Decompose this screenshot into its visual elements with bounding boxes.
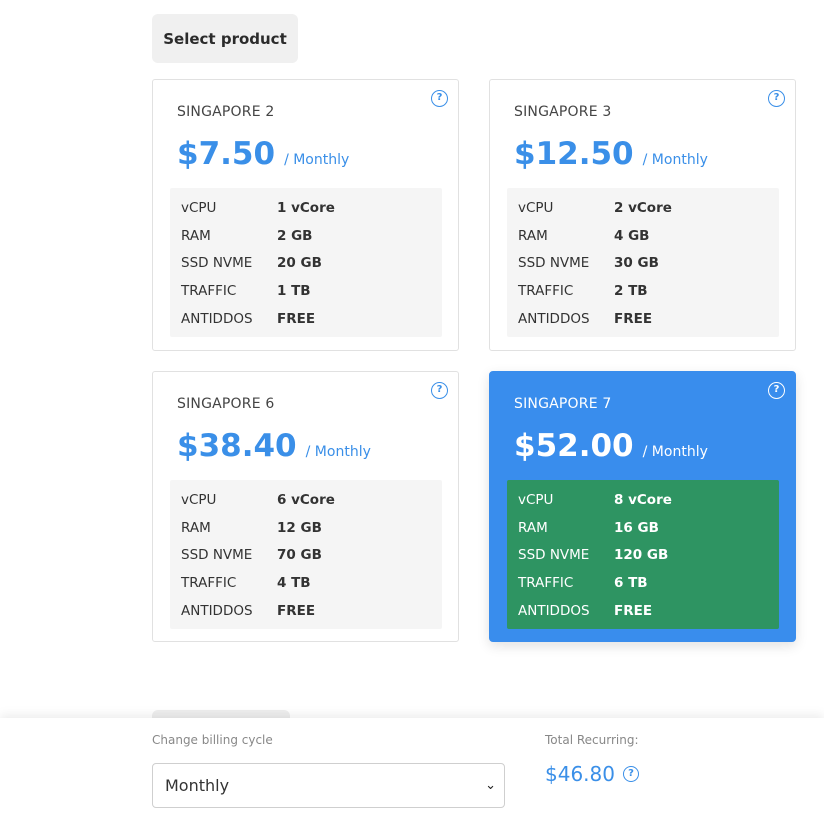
spec-value: 1 TB [277,283,311,300]
billing-cycle-label: Change billing cycle [152,733,273,747]
spec-key: vCPU [518,199,554,216]
price-row: $12.50 / Monthly [514,136,708,172]
price-row: $38.40 / Monthly [177,428,371,464]
spec-row: ANTIDDOS FREE [507,597,779,625]
select-product-label: Select product [163,29,287,48]
product-price: $12.50 [514,136,634,172]
product-cycle: / Monthly [284,152,350,168]
spec-key: TRAFFIC [181,575,237,592]
product-cycle: / Monthly [642,152,708,168]
spec-key: TRAFFIC [518,283,574,300]
spec-value: 20 GB [277,255,322,272]
spec-key: SSD NVME [181,255,253,272]
spec-row: TRAFFIC 1 TB [170,277,442,305]
spec-key: SSD NVME [181,547,253,564]
spec-key: RAM [181,519,211,536]
product-price: $52.00 [514,428,634,464]
spec-key: SSD NVME [518,255,590,272]
question-circle-icon[interactable]: ? [431,382,448,399]
product-name: SINGAPORE 7 [514,396,612,412]
spec-row: RAM 4 GB [507,222,779,250]
spec-row: SSD NVME 120 GB [507,542,779,570]
spec-row: ANTIDDOS FREE [170,305,442,333]
product-cycle: / Monthly [642,444,708,460]
total-recurring-value: $46.80 [545,762,615,786]
spec-value: FREE [277,603,316,620]
spec-key: RAM [518,519,548,536]
order-summary-bar: Change billing cycle Monthly ⌄ Total Rec… [0,718,824,826]
question-circle-icon[interactable]: ? [622,766,639,782]
product-price: $38.40 [177,428,297,464]
spec-row: SSD NVME 30 GB [507,250,779,278]
spec-key: SSD NVME [518,547,590,564]
spec-value: 2 TB [614,283,648,300]
spec-row: TRAFFIC 2 TB [507,277,779,305]
total-recurring: $46.80 ? [545,762,639,786]
product-cycle: / Monthly [305,444,371,460]
spec-key: RAM [518,227,548,244]
spec-key: vCPU [181,491,217,508]
spec-value: 30 GB [614,255,659,272]
spec-row: ANTIDDOS FREE [507,305,779,333]
spec-row: RAM 2 GB [170,222,442,250]
spec-value: 1 vCore [277,199,335,216]
spec-key: ANTIDDOS [181,603,253,620]
spec-row: vCPU 8 vCore [507,486,779,514]
spec-value: FREE [277,311,316,328]
spec-value: FREE [614,311,653,328]
question-circle-icon[interactable]: ? [768,382,785,399]
spec-value: 4 TB [277,575,311,592]
product-card-singapore-2[interactable]: ? SINGAPORE 2 $7.50 / Monthly vCPU 1 vCor… [152,79,459,351]
chevron-down-icon: ⌄ [485,778,496,793]
spec-key: TRAFFIC [181,283,237,300]
spec-value: 6 vCore [277,491,335,508]
billing-cycle-select[interactable]: Monthly ⌄ [152,763,505,808]
question-circle-icon[interactable]: ? [431,90,448,107]
spec-table: vCPU 1 vCore RAM 2 GB SSD NVME 20 GB TRAFFI… [170,188,442,337]
spec-value: 2 GB [277,227,313,244]
product-card-singapore-7[interactable]: ? SINGAPORE 7 $52.00 / Monthly vCPU 8 vCo… [489,371,796,642]
spec-value: 8 vCore [614,491,672,508]
spec-row: vCPU 2 vCore [507,194,779,222]
billing-cycle-value: Monthly [165,776,230,795]
spec-row: ANTIDDOS FREE [170,597,442,625]
product-name: SINGAPORE 6 [177,396,275,412]
price-row: $52.00 / Monthly [514,428,708,464]
spec-table: vCPU 2 vCore RAM 4 GB SSD NVME 30 GB TRAFFI… [507,188,779,337]
select-product-tab[interactable]: Select product [152,14,298,63]
spec-value: 70 GB [277,547,322,564]
price-row: $7.50 / Monthly [177,136,349,172]
spec-row: TRAFFIC 6 TB [507,569,779,597]
spec-key: RAM [181,227,211,244]
spec-key: vCPU [181,199,217,216]
product-name: SINGAPORE 3 [514,104,612,120]
spec-key: ANTIDDOS [181,311,253,328]
product-price: $7.50 [177,136,276,172]
spec-value: 2 vCore [614,199,672,216]
spec-value: 4 GB [614,227,650,244]
spec-table: vCPU 8 vCore RAM 16 GB SSD NVME 120 GB TRAF… [507,480,779,629]
spec-row: vCPU 6 vCore [170,486,442,514]
spec-row: SSD NVME 70 GB [170,542,442,570]
spec-row: RAM 12 GB [170,514,442,542]
spec-value: 16 GB [614,519,659,536]
spec-key: ANTIDDOS [518,603,590,620]
product-name: SINGAPORE 2 [177,104,275,120]
spec-row: RAM 16 GB [507,514,779,542]
spec-value: 6 TB [614,575,648,592]
spec-row: TRAFFIC 4 TB [170,569,442,597]
total-recurring-label: Total Recurring: [545,733,639,747]
question-circle-icon[interactable]: ? [768,90,785,107]
spec-value: 120 GB [614,547,669,564]
spec-row: SSD NVME 20 GB [170,250,442,278]
spec-key: ANTIDDOS [518,311,590,328]
spec-row: vCPU 1 vCore [170,194,442,222]
spec-table: vCPU 6 vCore RAM 12 GB SSD NVME 70 GB TRAFF… [170,480,442,629]
product-card-singapore-3[interactable]: ? SINGAPORE 3 $12.50 / Monthly vCPU 2 vCo… [489,79,796,351]
spec-value: 12 GB [277,519,322,536]
product-card-singapore-6[interactable]: ? SINGAPORE 6 $38.40 / Monthly vCPU 6 vCo… [152,371,459,642]
spec-key: TRAFFIC [518,575,574,592]
spec-key: vCPU [518,491,554,508]
spec-value: FREE [614,603,653,620]
